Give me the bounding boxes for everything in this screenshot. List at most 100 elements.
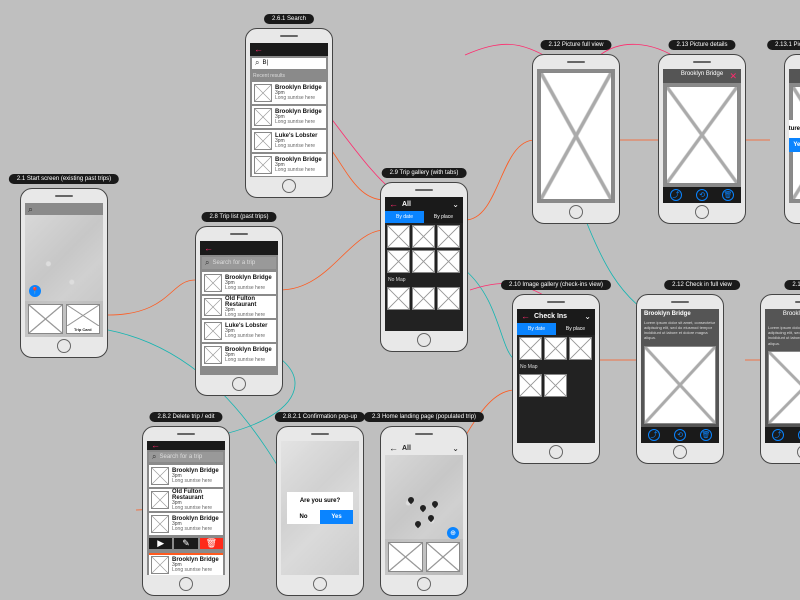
map-pin[interactable] — [427, 514, 435, 522]
tab-byplace[interactable]: By place — [424, 211, 463, 223]
topbar: ← — [250, 43, 328, 56]
dialog-question: Delete picture? — [789, 120, 800, 138]
phone-start: ⌕ 📍 Trip Card — [20, 188, 108, 358]
result-row[interactable]: Brooklyn Bridge3pmLong sunrise here — [252, 82, 326, 104]
tool-row: ▶ ✎ 🗑 — [149, 538, 223, 549]
action-bar: ⤴ ⟲ 🗑 — [663, 187, 741, 203]
list-row[interactable]: Old Fulton Restaurant3pmLong sunrise her… — [202, 296, 276, 318]
delete-button[interactable]: 🗑 — [200, 538, 223, 549]
grid-cell[interactable] — [519, 374, 542, 397]
action-button[interactable]: ⤴ — [670, 189, 682, 201]
grid-cell[interactable] — [387, 287, 410, 310]
trip-card[interactable] — [426, 542, 461, 572]
confirm-dialog: Delete picture? No Yes — [789, 120, 800, 152]
action-button[interactable]: ⤴ — [772, 429, 784, 441]
grid-cell[interactable] — [387, 250, 410, 273]
list-row[interactable]: Brooklyn Bridge3pmLong sunrise here — [149, 553, 223, 575]
grid-cell[interactable] — [544, 374, 567, 397]
screen-label: 2.8.2 Delete trip / edit — [149, 412, 222, 422]
tab-bydate[interactable]: By date — [385, 211, 424, 223]
list-row[interactable]: Brooklyn Bridge3pmLong sunrise here — [202, 344, 276, 366]
edit-button[interactable]: ✎ — [174, 538, 197, 549]
back-icon[interactable]: ← — [389, 444, 398, 453]
image-placeholder[interactable] — [666, 86, 738, 184]
search-value: B| — [262, 60, 268, 66]
list-row[interactable]: Brooklyn Bridge3pmLong sunrise here — [149, 513, 223, 535]
confirm-dialog: Are you sure? No Yes — [287, 492, 353, 524]
screen-label: 2.12 Picture full view — [540, 40, 611, 50]
tab-byplace[interactable]: By place — [556, 323, 595, 335]
grid-cell[interactable] — [437, 250, 460, 273]
screen-label: 2.1 Start screen (existing past trips) — [9, 174, 119, 184]
grid-cell[interactable] — [412, 287, 435, 310]
chevron-down-icon[interactable]: ⌄ — [584, 312, 591, 321]
search-placeholder: Search for a trip — [212, 260, 255, 266]
close-icon[interactable]: ✕ — [729, 71, 737, 82]
location-badge[interactable]: 📍 — [29, 285, 41, 297]
map-pin[interactable] — [413, 520, 421, 528]
grid-cell[interactable] — [412, 225, 435, 248]
search-input[interactable]: ⌕ B| — [252, 58, 326, 69]
no-button[interactable]: No — [287, 510, 320, 524]
chevron-down-icon[interactable]: ⌄ — [452, 444, 459, 453]
header-title: Check Ins — [534, 313, 580, 320]
locate-button[interactable]: ⊕ — [447, 527, 459, 539]
grid-cell[interactable] — [437, 287, 460, 310]
screen-label: 2.11 Check in details — [784, 280, 800, 290]
phone-checkin-fullview: Brooklyn BridgeLorem ipsum dolor sit ame… — [636, 294, 724, 464]
screen-label: 2.9 Trip gallery (with tabs) — [382, 168, 467, 178]
thumb-icon — [254, 108, 272, 126]
tab-bydate[interactable]: By date — [517, 323, 556, 335]
phone-checkins-gallery: ←Check Ins⌄ By dateBy place No Map — [512, 294, 600, 464]
yes-button[interactable]: Yes — [789, 138, 800, 152]
grid-cell[interactable] — [387, 225, 410, 248]
trip-card[interactable]: Trip Card — [66, 304, 101, 334]
action-button[interactable]: ⟲ — [696, 189, 708, 201]
phone-delete-confirm: ✕ Delete picture? No Yes — [784, 54, 800, 224]
search-input[interactable]: ⌕ Search for a trip — [202, 257, 276, 269]
yes-button[interactable]: Yes — [320, 510, 353, 524]
section-header: No Map — [385, 275, 463, 285]
screen-label: 2.12 Check in full view — [664, 280, 740, 290]
header-title: All — [402, 201, 448, 208]
back-icon[interactable]: ← — [521, 312, 530, 321]
image-placeholder[interactable] — [540, 72, 612, 200]
map-pin[interactable] — [407, 496, 415, 504]
list-row[interactable]: Old Fulton Restaurant3pmLong sunrise her… — [149, 489, 223, 511]
action-delete[interactable]: 🗑 — [700, 429, 712, 441]
back-icon[interactable]: ← — [204, 244, 213, 253]
action-delete[interactable]: 🗑 — [722, 189, 734, 201]
trip-card[interactable] — [28, 304, 63, 334]
search-icon[interactable]: ⌕ — [28, 204, 33, 215]
image-placeholder[interactable] — [644, 346, 716, 424]
grid-cell[interactable] — [412, 250, 435, 273]
trip-card[interactable] — [388, 542, 423, 572]
thumb-icon — [254, 132, 272, 150]
action-button[interactable]: ⟲ — [674, 429, 686, 441]
header-title: Brooklyn Bridge — [765, 311, 800, 317]
grid-cell[interactable] — [519, 337, 542, 360]
back-icon[interactable]: ← — [151, 441, 160, 450]
image-grid — [385, 223, 463, 275]
grid-cell[interactable] — [569, 337, 592, 360]
result-row[interactable]: Brooklyn Bridge3pmLong sunrise here — [252, 106, 326, 128]
phone-picture-details: Brooklyn Bridge ✕ ⤴ ⟲ 🗑 — [658, 54, 746, 224]
play-button[interactable]: ▶ — [149, 538, 172, 549]
map-pin[interactable] — [431, 499, 439, 507]
result-row[interactable]: Brooklyn Bridge3pmLong sunrise here — [252, 154, 326, 176]
screen-label: 2.8 Trip list (past trips) — [201, 212, 276, 222]
grid-cell[interactable] — [544, 337, 567, 360]
back-icon[interactable]: ← — [254, 45, 263, 54]
header-title: All — [402, 445, 448, 452]
phone-gallery: ← All ⌄ By date By place No Map — [380, 182, 468, 352]
action-button[interactable]: ⤴ — [648, 429, 660, 441]
back-icon[interactable]: ← — [389, 200, 398, 209]
list-row[interactable]: Luke's Lobster3pmLong sunrise here — [202, 320, 276, 342]
result-row[interactable]: Luke's Lobster3pmLong sunrise here — [252, 130, 326, 152]
phone-delete-trip: ← ⌕Search for a trip Brooklyn Bridge3pmL… — [142, 426, 230, 596]
grid-cell[interactable] — [437, 225, 460, 248]
chevron-down-icon[interactable]: ⌄ — [452, 200, 459, 209]
list-row[interactable]: Brooklyn Bridge3pmLong sunrise here — [202, 272, 276, 294]
list-row[interactable]: Brooklyn Bridge3pmLong sunrise here — [149, 465, 223, 487]
map-pin[interactable] — [419, 504, 427, 512]
